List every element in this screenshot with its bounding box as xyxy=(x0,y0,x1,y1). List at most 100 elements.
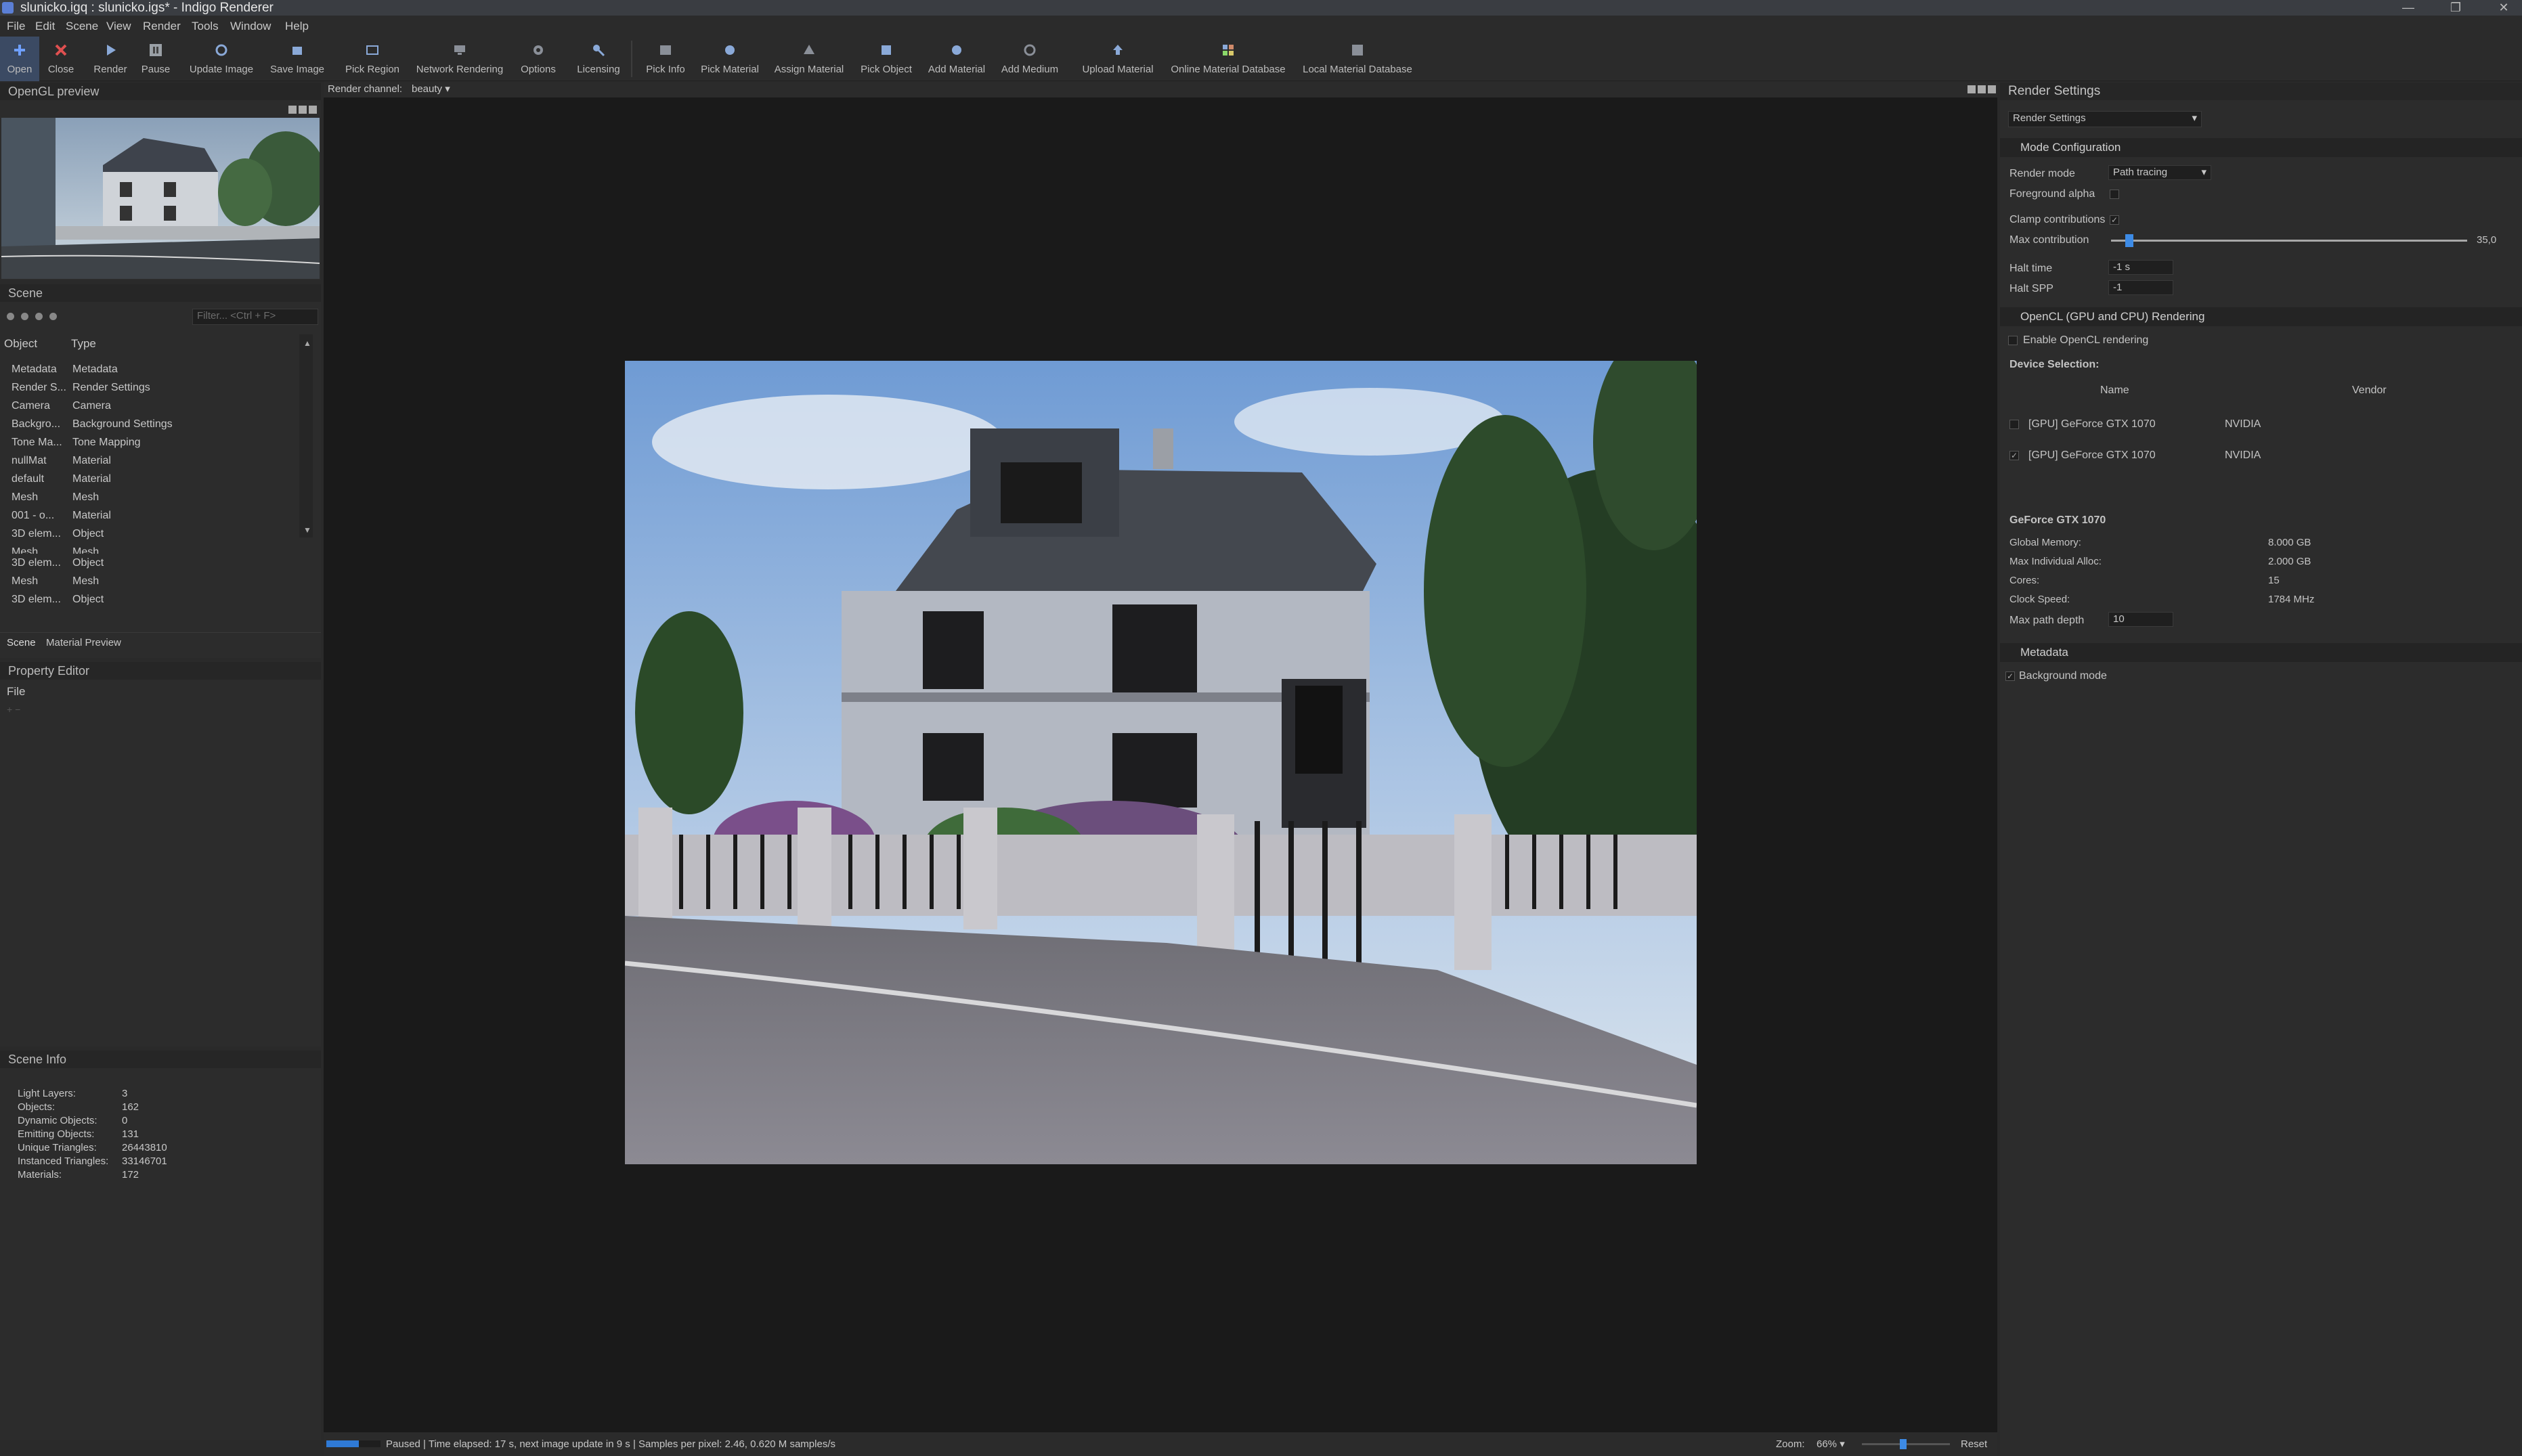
menu-scene[interactable]: Scene xyxy=(66,16,98,37)
scene-scrollbar[interactable]: ▲ ▼ xyxy=(299,334,313,537)
menu-window[interactable]: Window xyxy=(230,16,271,37)
device-name: [GPU] GeForce GTX 1070 xyxy=(2028,449,2156,461)
upload-icon xyxy=(1108,41,1127,60)
render-mode-select[interactable]: Path tracing ▾ xyxy=(2108,165,2211,180)
status-bar: Paused | Time elapsed: 17 s, next image … xyxy=(324,1432,1997,1456)
local-material-database-button[interactable]: Local Material Database xyxy=(1296,37,1419,81)
device-checkbox[interactable] xyxy=(2009,420,2019,429)
scene-tool-icon[interactable] xyxy=(35,313,43,320)
scene-row[interactable]: Tone Ma... Tone Mapping xyxy=(0,433,298,451)
menu-tools[interactable]: Tools xyxy=(192,16,219,37)
scene-row[interactable]: Mesh Mesh xyxy=(0,572,298,590)
licensing-button[interactable]: Licensing xyxy=(573,37,624,81)
window-title: slunicko.igq : slunicko.igs* - Indigo Re… xyxy=(20,1,274,15)
scene-row[interactable]: 3D elem... Object xyxy=(0,554,298,572)
foreground-alpha-checkbox[interactable] xyxy=(2110,190,2119,199)
close-button[interactable]: Close xyxy=(42,37,80,81)
scene-tool-icon[interactable] xyxy=(7,313,14,320)
background-mode-checkbox[interactable]: ✓ xyxy=(2005,671,2015,681)
minimize-icon[interactable]: — xyxy=(2390,0,2427,16)
render-settings-dropdown[interactable]: Render Settings ▾ xyxy=(2008,111,2202,127)
restore-icon[interactable]: ❐ xyxy=(2437,0,2474,16)
network-rendering-button[interactable]: Network Rendering xyxy=(410,37,509,81)
zoom-slider[interactable] xyxy=(1862,1439,1950,1449)
scene-row[interactable]: Camera Camera xyxy=(0,397,298,415)
opengl-preview-viewport[interactable] xyxy=(1,118,320,279)
max-contribution-value[interactable]: 35,0 xyxy=(2477,234,2496,246)
close-window-icon[interactable]: ✕ xyxy=(2485,0,2522,16)
property-file-label: File xyxy=(7,685,26,698)
add-material-button[interactable]: Add Material xyxy=(923,37,990,81)
pick-material-button[interactable]: Pick Material xyxy=(697,37,762,81)
enable-opencl-label: Enable OpenCL rendering xyxy=(2023,334,2149,346)
max-contribution-slider-handle[interactable] xyxy=(2125,234,2134,247)
halt-spp-input[interactable]: -1 xyxy=(2108,280,2173,295)
scene-row[interactable]: 3D elem... Object xyxy=(0,590,298,609)
scene-tool-icon[interactable] xyxy=(49,313,57,320)
pick-object-button[interactable]: Pick Object xyxy=(856,37,917,81)
scene-filter-input[interactable]: Filter... <Ctrl + F> xyxy=(192,309,318,325)
pick-info-button[interactable]: Pick Info xyxy=(640,37,691,81)
add-material-icon xyxy=(947,41,966,60)
render-button[interactable]: Render xyxy=(89,37,131,81)
cube-icon xyxy=(877,41,896,60)
save-image-button[interactable]: Save Image xyxy=(265,37,329,81)
grid-icon[interactable] xyxy=(1978,85,1986,93)
network-icon xyxy=(450,41,469,60)
info-icon xyxy=(656,41,675,60)
scene-row[interactable]: 001 - o... Material xyxy=(0,506,298,525)
upload-material-button[interactable]: Upload Material xyxy=(1077,37,1159,81)
add-medium-button[interactable]: Add Medium xyxy=(997,37,1063,81)
menu-file[interactable]: File xyxy=(7,16,25,37)
scene-tool-icon[interactable] xyxy=(21,313,28,320)
device-vendor: NVIDIA xyxy=(2225,418,2261,430)
mode-configuration-section[interactable]: Mode Configuration xyxy=(2000,138,2522,157)
assign-material-button[interactable]: Assign Material xyxy=(769,37,849,81)
grid-icon[interactable] xyxy=(1967,85,1976,93)
render-channel-label: Render channel: xyxy=(328,83,403,95)
render-image[interactable] xyxy=(625,361,1697,1164)
scene-row[interactable]: Render S... Render Settings xyxy=(0,378,298,397)
opengl-preview-panel: OpenGL preview xyxy=(0,83,321,280)
halt-time-input[interactable]: -1 s xyxy=(2108,260,2173,275)
enable-opencl-checkbox[interactable] xyxy=(2008,336,2018,345)
zoom-reset-button[interactable]: Reset xyxy=(1961,1432,1987,1456)
max-contribution-slider[interactable] xyxy=(2111,234,2467,247)
metadata-section[interactable]: Metadata xyxy=(2000,643,2522,662)
scene-row[interactable]: default Material xyxy=(0,470,298,488)
scene-row[interactable]: 3D elem... Object xyxy=(0,525,298,543)
close-x-icon xyxy=(51,41,70,60)
menu-view[interactable]: View xyxy=(106,16,131,37)
property-add-remove-icons[interactable]: + − xyxy=(7,704,20,715)
open-button[interactable]: Open xyxy=(0,37,39,81)
grid-icon[interactable] xyxy=(1988,85,1996,93)
menu-help[interactable]: Help xyxy=(285,16,309,37)
max-path-depth-input[interactable]: 10 xyxy=(2108,612,2173,627)
scene-row[interactable]: nullMat Material xyxy=(0,451,298,470)
pick-region-button[interactable]: Pick Region xyxy=(341,37,404,81)
grid-icon[interactable] xyxy=(309,106,317,114)
tab-material-preview[interactable]: Material Preview xyxy=(46,633,121,653)
update-image-button[interactable]: Update Image xyxy=(184,37,259,81)
grid-icon[interactable] xyxy=(288,106,297,114)
pause-button[interactable]: Pause xyxy=(137,37,175,81)
scene-row[interactable]: Backgro... Background Settings xyxy=(0,415,298,433)
zoom-slider-handle[interactable] xyxy=(1900,1439,1907,1449)
render-channel-select[interactable]: beauty ▾ xyxy=(412,81,460,97)
scene-panel: Scene Filter... <Ctrl + F> Object Type ▲… xyxy=(0,284,321,658)
opencl-section[interactable]: OpenCL (GPU and CPU) Rendering xyxy=(2000,307,2522,326)
menu-render[interactable]: Render xyxy=(143,16,181,37)
grid-icon[interactable] xyxy=(299,106,307,114)
menu-edit[interactable]: Edit xyxy=(35,16,55,37)
zoom-select[interactable]: 66% ▾ xyxy=(1817,1432,1845,1456)
title-bar: slunicko.igq : slunicko.igs* - Indigo Re… xyxy=(0,0,2522,16)
options-button[interactable]: Options xyxy=(516,37,561,81)
save-icon xyxy=(288,41,307,60)
scene-row[interactable]: Mesh Mesh xyxy=(0,488,298,506)
device-checkbox[interactable]: ✓ xyxy=(2009,451,2019,460)
online-material-database-button[interactable]: Online Material Database xyxy=(1166,37,1290,81)
clamp-contributions-checkbox[interactable]: ✓ xyxy=(2110,215,2119,225)
tab-scene[interactable]: Scene xyxy=(7,633,36,653)
scene-row[interactable]: Metadata Metadata xyxy=(0,360,298,378)
scene-row[interactable]: Mesh Mesh xyxy=(0,543,298,554)
